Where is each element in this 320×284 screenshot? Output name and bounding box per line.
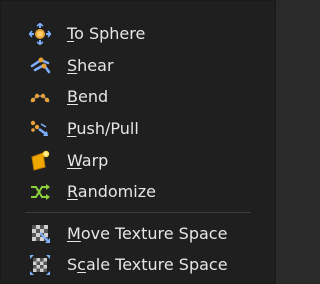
randomize-icon [29,181,51,203]
menu-separator [25,211,251,213]
menu-item-bend[interactable]: Bend [1,81,275,113]
menu-item-shear[interactable]: Shear [1,50,275,82]
push-pull-icon [29,118,51,140]
transform-menu: To Sphere Shear Bend Push/Pull Warp Rand… [0,0,276,284]
warp-icon [29,149,51,171]
move-texture-space-icon [29,222,51,244]
menu-item-randomize[interactable]: Randomize [1,176,275,208]
bend-icon [29,86,51,108]
menu-item-move-texture-space[interactable]: Move Texture Space [1,218,275,250]
scale-texture-space-icon [29,254,51,276]
to-sphere-icon [29,22,51,45]
shear-icon [29,54,51,76]
menu-item-warp[interactable]: Warp [1,144,275,176]
menu-item-to-sphere[interactable]: To Sphere [1,18,275,50]
menu-item-push-pull[interactable]: Push/Pull [1,113,275,145]
menu-item-scale-texture-space[interactable]: Scale Texture Space [1,249,275,281]
